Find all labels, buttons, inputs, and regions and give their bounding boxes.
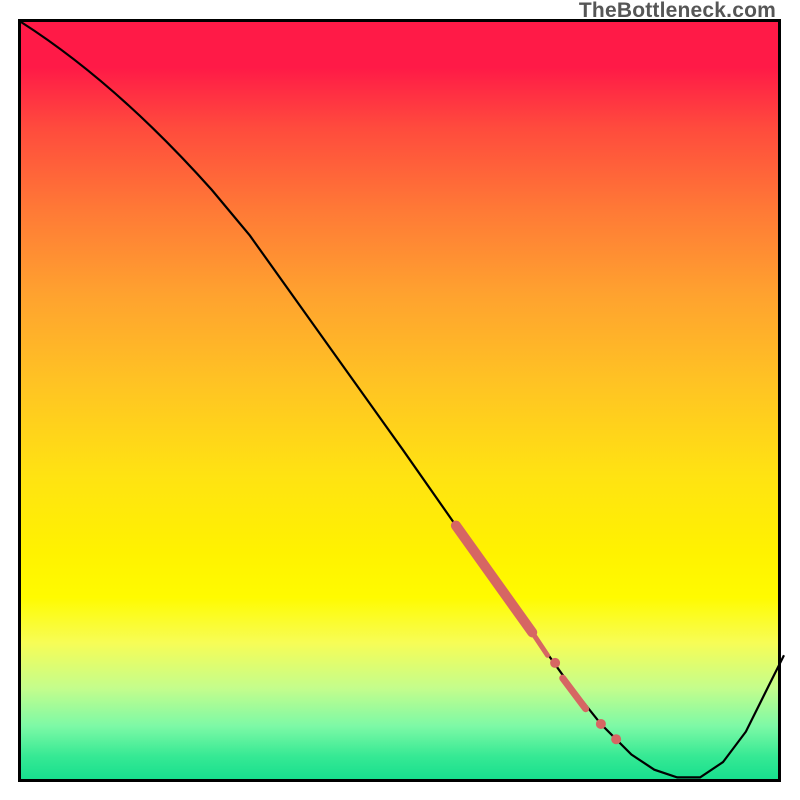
chart-svg <box>21 22 784 785</box>
plot-area <box>18 19 781 782</box>
highlight-dot <box>596 719 606 729</box>
highlight-dot <box>550 658 560 668</box>
highlight-markers <box>456 526 621 745</box>
highlight-segment <box>456 526 532 633</box>
chart-container: TheBottleneck.com <box>0 0 800 800</box>
bottleneck-curve <box>21 22 784 777</box>
highlight-segment <box>563 678 586 709</box>
highlight-segment <box>532 632 547 655</box>
highlight-dot <box>611 734 621 744</box>
